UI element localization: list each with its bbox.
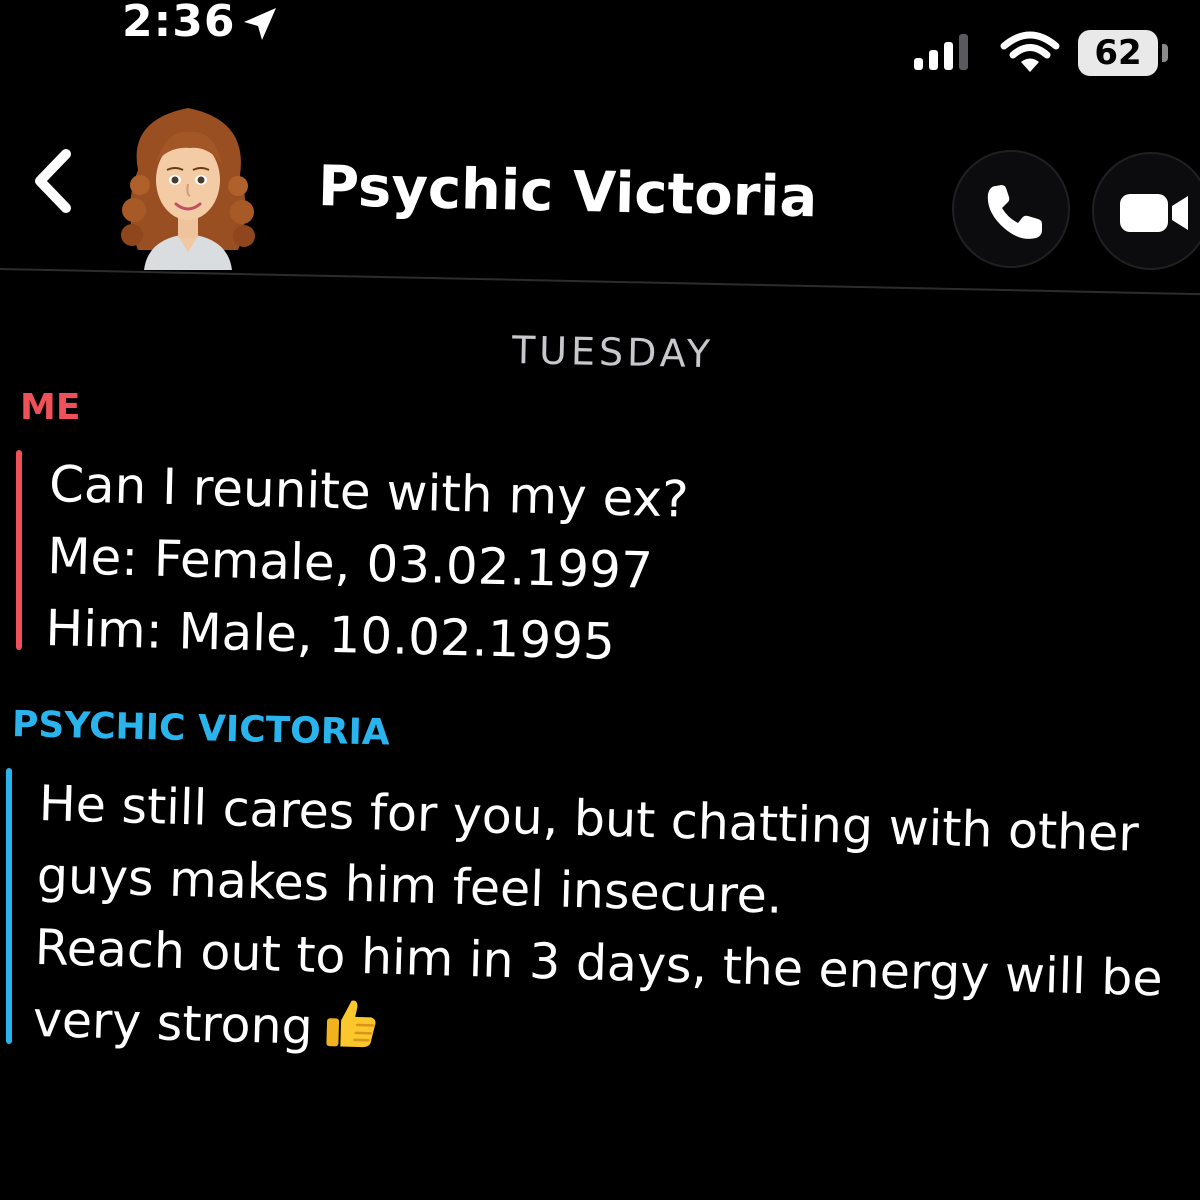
message-me[interactable]: Can I reunite with my ex? Me: Female, 03… <box>45 448 750 681</box>
thumbs-up-icon <box>326 1000 376 1048</box>
message-accent-bar-me <box>16 450 22 650</box>
message-line-text: very strong <box>32 990 314 1056</box>
day-separator: TUESDAY <box>511 328 715 377</box>
chat-area[interactable]: TUESDAY ME Can I reunite with my ex? Me:… <box>0 0 1200 1200</box>
sender-label-me: ME <box>20 387 81 428</box>
sender-label-victoria: PSYCHIC VICTORIA <box>11 704 391 754</box>
message-accent-bar-victoria <box>6 768 12 1044</box>
message-victoria[interactable]: He still cares for you, but chatting wit… <box>32 768 1163 1087</box>
